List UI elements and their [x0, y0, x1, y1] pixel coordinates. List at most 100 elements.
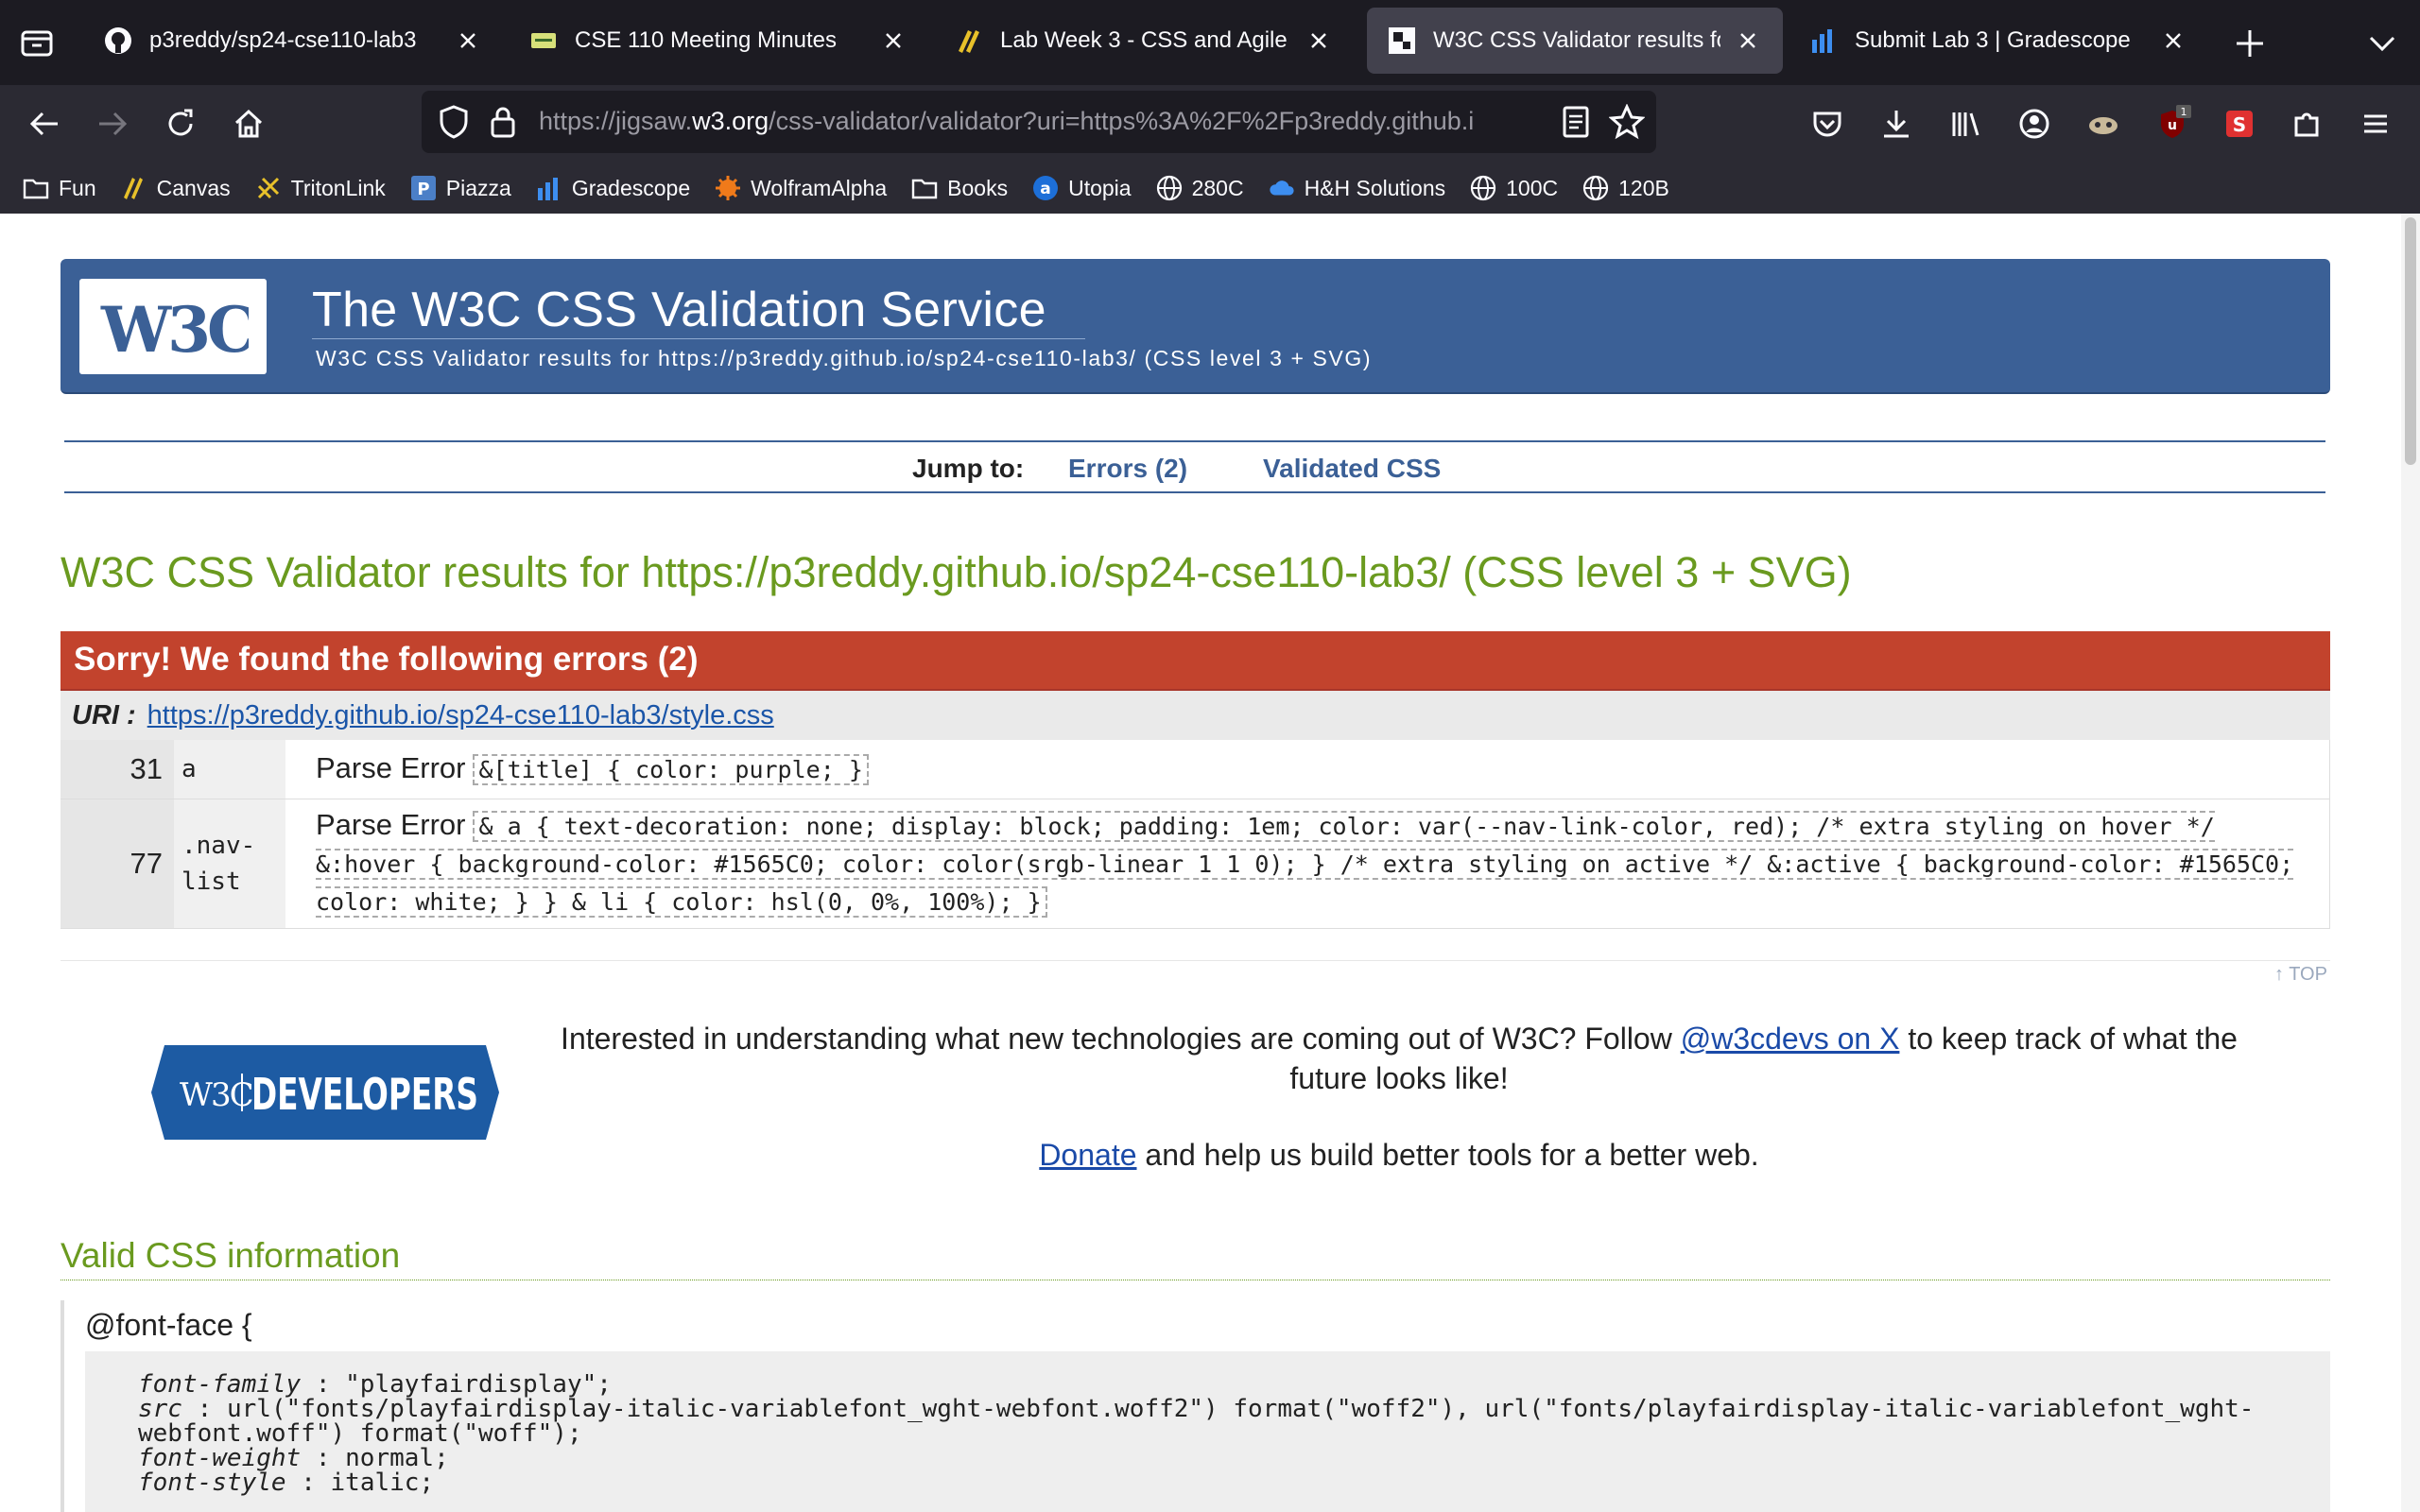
- back-arrow-icon[interactable]: [23, 102, 66, 146]
- promo-text: Interested in understanding what new tec…: [561, 1022, 2238, 1095]
- valid-css-heading: Valid CSS information: [60, 1236, 2330, 1280]
- uri-row: URI : https://p3reddy.github.io/sp24-cse…: [60, 691, 2330, 740]
- library-icon[interactable]: [1944, 102, 1987, 146]
- css-declaration: font-family : "playfairdisplay";: [138, 1370, 612, 1399]
- tab-lab-week-3[interactable]: Lab Week 3 - CSS and Agile Intr: [934, 8, 1354, 74]
- svg-text:P: P: [417, 180, 429, 199]
- tab-label: Lab Week 3 - CSS and Agile Intr: [1000, 27, 1291, 53]
- error-line-number: 31: [60, 740, 174, 799]
- bookmark-hh-solutions[interactable]: H&H Solutions: [1269, 175, 1445, 201]
- extension-badge-count: 1: [2181, 106, 2187, 118]
- tab-gradescope[interactable]: Submit Lab 3 | Gradescope: [1789, 8, 2208, 74]
- utopia-icon: a: [1032, 175, 1059, 201]
- download-icon[interactable]: [1875, 102, 1918, 146]
- back-to-top-link[interactable]: ↑ TOP: [2274, 964, 2327, 986]
- tab-label: CSE 110 Meeting Minutes: [575, 27, 838, 53]
- bookmark-star-icon[interactable]: [1608, 103, 1646, 145]
- scrollbar-thumb[interactable]: [2405, 217, 2416, 465]
- gradescope-icon: [536, 175, 562, 201]
- svg-text:a: a: [1040, 180, 1050, 198]
- bookmark-120b[interactable]: 120B: [1582, 175, 1669, 201]
- tab-label: p3reddy/sp24-cse110-lab3: [149, 27, 417, 53]
- uri-label: URI :: [72, 699, 136, 730]
- tab-overview-icon[interactable]: [19, 25, 55, 60]
- globe-icon: [1582, 175, 1609, 201]
- menu-hamburger-icon[interactable]: [2354, 102, 2397, 146]
- bookmark-gradescope[interactable]: Gradescope: [536, 175, 690, 201]
- reload-icon[interactable]: [159, 102, 202, 146]
- chevron-down-icon[interactable]: [2363, 25, 2401, 62]
- jump-validated-css-link[interactable]: Validated CSS: [1263, 454, 1441, 484]
- url-text[interactable]: https://jigsaw.w3.org/css-validator/vali…: [539, 107, 1541, 136]
- close-icon[interactable]: [454, 26, 482, 55]
- error-context: a: [174, 740, 285, 799]
- svg-text:W3C®: W3C®: [100, 293, 249, 365]
- account-icon[interactable]: [2013, 102, 2056, 146]
- bookmark-280c[interactable]: 280C: [1156, 175, 1244, 201]
- jump-to-bar: Jump to: Errors (2) Validated CSS: [64, 440, 2325, 493]
- banner-subtitle: W3C CSS Validator results for https://p3…: [316, 346, 1373, 370]
- donate-text: Donate and help us build better tools fo…: [1039, 1138, 1759, 1172]
- bookmark-utopia[interactable]: a Utopia: [1032, 175, 1132, 201]
- bookmark-piazza[interactable]: P Piazza: [410, 175, 511, 201]
- new-tab-icon[interactable]: [2231, 25, 2269, 62]
- css-declaration: font-style : italic;: [138, 1469, 435, 1497]
- folder-icon: [911, 175, 938, 201]
- svg-text:DEVELOPERS: DEVELOPERS: [251, 1069, 478, 1120]
- close-icon[interactable]: [1734, 26, 1762, 55]
- canvas-icon: [955, 26, 983, 55]
- lock-icon[interactable]: [488, 104, 518, 145]
- font-face-rule: @font-face {: [85, 1308, 252, 1342]
- bookmark-100c[interactable]: 100C: [1470, 175, 1558, 201]
- bookmark-fun[interactable]: Fun: [23, 175, 96, 201]
- jump-errors-link[interactable]: Errors (2): [1068, 454, 1187, 484]
- bookmark-tritonlink[interactable]: TritonLink: [255, 175, 386, 201]
- svg-text:S: S: [2233, 113, 2246, 136]
- github-icon: [104, 26, 132, 55]
- forward-arrow-icon[interactable]: [91, 102, 134, 146]
- reader-view-icon[interactable]: [1560, 104, 1592, 145]
- bookmark-books[interactable]: Books: [911, 175, 1008, 201]
- error-line-number: 77: [60, 799, 174, 929]
- banner-title[interactable]: The W3C CSS Validation Service: [312, 282, 1046, 338]
- donate-link[interactable]: Donate: [1039, 1138, 1136, 1172]
- tab-label: W3C CSS Validator results for h: [1433, 27, 1720, 53]
- extension-mask-icon[interactable]: [2082, 102, 2125, 146]
- extensions-puzzle-icon[interactable]: [2286, 102, 2329, 146]
- page-scrollbar[interactable]: [2401, 214, 2420, 1512]
- url-bar[interactable]: https://jigsaw.w3.org/css-validator/vali…: [422, 91, 1656, 153]
- cloud-icon: [1269, 175, 1295, 201]
- bookmark-wolframalpha[interactable]: WolframAlpha: [715, 175, 887, 201]
- w3c-developers-badge[interactable]: W3C DEVELOPERS: [151, 1045, 499, 1140]
- piazza-icon: P: [410, 175, 437, 201]
- error-context: .nav-list: [174, 799, 285, 929]
- bookmark-canvas[interactable]: Canvas: [121, 175, 231, 201]
- pocket-icon[interactable]: [1806, 102, 1849, 146]
- w3cdevs-x-link[interactable]: @w3cdevs on X: [1681, 1022, 1900, 1056]
- tab-github[interactable]: p3reddy/sp24-cse110-lab3: [83, 8, 503, 74]
- wolfram-icon: [715, 175, 741, 201]
- css-declaration: font-weight : normal;: [138, 1444, 449, 1472]
- home-icon[interactable]: [227, 102, 270, 146]
- close-icon[interactable]: [1305, 26, 1333, 55]
- stylesheet-uri-link[interactable]: https://p3reddy.github.io/sp24-cse110-la…: [147, 700, 774, 731]
- section-divider: [60, 960, 2330, 961]
- validator-banner: W3C® The W3C CSS Validation Service W3C …: [60, 259, 2330, 394]
- close-icon[interactable]: [879, 26, 908, 55]
- close-icon[interactable]: [2159, 26, 2187, 55]
- tab-meeting-minutes[interactable]: CSE 110 Meeting Minutes: [509, 8, 928, 74]
- ublock-icon[interactable]: u1: [2151, 102, 2194, 146]
- tab-w3c-validator[interactable]: W3C CSS Validator results for h: [1367, 8, 1783, 74]
- w3c-icon: [1388, 26, 1416, 55]
- tracking-shield-icon[interactable]: [437, 104, 471, 145]
- error-code: &[title] { color: purple; }: [473, 753, 869, 785]
- error-message: Parse Error & a { text-decoration: none; …: [285, 799, 2330, 929]
- globe-icon: [1470, 175, 1496, 201]
- w3c-logo[interactable]: W3C®: [79, 279, 267, 374]
- browser-chrome: p3reddy/sp24-cse110-lab3 CSE 110 Meeting…: [0, 0, 2420, 214]
- jump-to-label: Jump to:: [912, 454, 1025, 483]
- scholar-extension-icon[interactable]: S: [2218, 102, 2261, 146]
- tab-label: Submit Lab 3 | Gradescope: [1855, 27, 2131, 53]
- tritonlink-icon: [255, 175, 282, 201]
- folder-icon: [23, 175, 49, 201]
